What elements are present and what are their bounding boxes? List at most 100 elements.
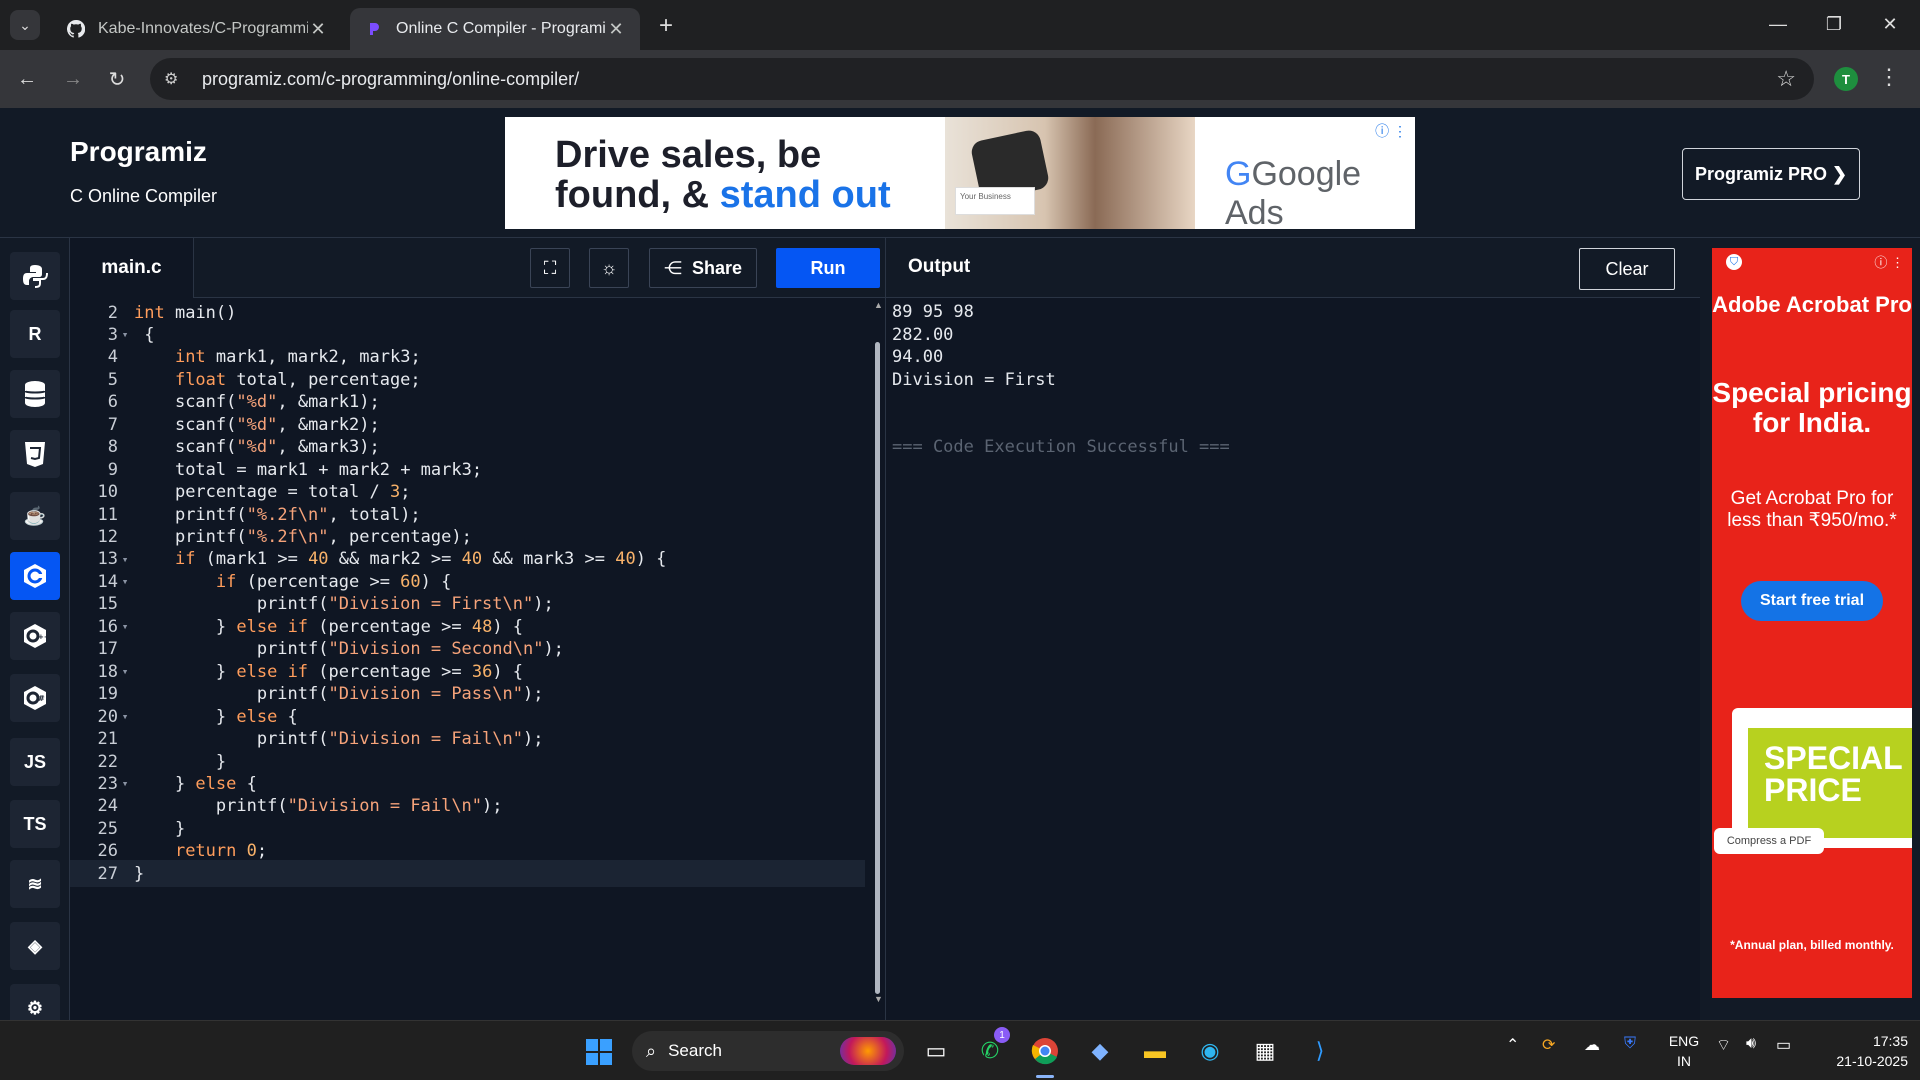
scroll-up-icon[interactable]: ▲ bbox=[874, 300, 883, 310]
close-tab-icon[interactable]: ✕ bbox=[606, 19, 626, 40]
close-tab-icon[interactable]: ✕ bbox=[308, 19, 328, 40]
site-header: Programiz C Online Compiler Drive sales,… bbox=[0, 108, 1920, 238]
code-text: } bbox=[134, 751, 227, 772]
profile-avatar[interactable]: T bbox=[1834, 67, 1858, 91]
svg-text:++: ++ bbox=[38, 633, 49, 641]
ad-info-icon[interactable]: ⓘ ⋮ bbox=[1874, 252, 1904, 271]
code-editor[interactable]: 2 int main() 3 ▾ {4 int mark1, mark2, mark3… bbox=[70, 298, 885, 1020]
bookmark-star-icon[interactable]: ☆ bbox=[1776, 66, 1796, 92]
sync-icon[interactable]: ⟳ bbox=[1542, 1035, 1555, 1055]
ts-icon[interactable]: TS bbox=[10, 800, 60, 848]
restore-icon[interactable]: ❐ bbox=[1806, 0, 1862, 48]
edge-icon[interactable]: ◉ bbox=[1192, 1033, 1228, 1069]
programiz-icon bbox=[364, 19, 384, 39]
back-icon[interactable]: ← bbox=[12, 64, 42, 94]
output-header: Output Clear bbox=[885, 238, 1700, 298]
file-tab-main-c[interactable]: main.c bbox=[70, 238, 194, 298]
browser-tab-strip: ⌄ Kabe-Innovates/C-Programmin ✕ Online C… bbox=[0, 0, 1920, 50]
run-button[interactable]: Run bbox=[776, 248, 880, 288]
url-text[interactable]: programiz.com/c-programming/online-compi… bbox=[202, 69, 579, 90]
r-icon[interactable]: R bbox=[10, 310, 60, 358]
line-number: 6 bbox=[107, 392, 118, 413]
c-icon[interactable] bbox=[10, 552, 60, 600]
onedrive-icon[interactable]: ☁ bbox=[1584, 1035, 1600, 1055]
close-window-icon[interactable]: ✕ bbox=[1862, 0, 1918, 48]
task-view-icon[interactable]: ▭ bbox=[918, 1033, 954, 1069]
scrollbar-thumb[interactable] bbox=[875, 342, 880, 994]
ad-photo: Your Business bbox=[945, 117, 1195, 229]
csharp-icon[interactable]: # bbox=[10, 674, 60, 722]
scroll-down-icon[interactable]: ▼ bbox=[874, 994, 883, 1004]
ad-choices-icon[interactable]: ⛉ bbox=[1726, 254, 1742, 270]
go-icon[interactable]: ◈ bbox=[10, 922, 60, 970]
rust-icon[interactable]: ⚙ bbox=[10, 984, 60, 1020]
adobe-acrobat-ad[interactable]: ⛉ ⓘ ⋮ Adobe Acrobat Pro Special pricing … bbox=[1712, 248, 1912, 998]
tab-programiz[interactable]: Online C Compiler - Programiz ✕ bbox=[350, 8, 640, 50]
start-free-trial-button[interactable]: Start free trial bbox=[1741, 581, 1883, 621]
fold-arrow-icon[interactable]: ▾ bbox=[118, 553, 132, 566]
java-icon[interactable]: ☕ bbox=[10, 492, 60, 540]
vscode-icon[interactable]: ⟩ bbox=[1302, 1033, 1338, 1069]
ad-headline: Special pricing for India. bbox=[1712, 377, 1912, 438]
code-line[interactable]: 27} bbox=[70, 860, 865, 888]
share-button[interactable]: ⋲ Share bbox=[649, 248, 757, 288]
wifi-icon[interactable]: ⌔ bbox=[1716, 1035, 1731, 1055]
ad-headline-highlight: stand out bbox=[719, 174, 891, 216]
show-hidden-icons[interactable]: ⌃ bbox=[1506, 1035, 1519, 1055]
share-label: Share bbox=[691, 257, 743, 278]
ad-footnote: *Annual plan, billed monthly. bbox=[1730, 938, 1894, 952]
tab-github[interactable]: Kabe-Innovates/C-Programmin ✕ bbox=[52, 8, 342, 50]
fullscreen-icon[interactable]: ⛶ bbox=[530, 248, 570, 288]
minimize-icon[interactable]: — bbox=[1750, 0, 1806, 48]
theme-toggle-icon[interactable]: ☼ bbox=[589, 248, 629, 288]
clock-time: 17:35 bbox=[1872, 1033, 1908, 1049]
forward-icon[interactable]: → bbox=[58, 64, 88, 94]
programiz-pro-button[interactable]: Programiz PRO ❯ bbox=[1682, 148, 1860, 200]
code-text: int main() bbox=[134, 302, 237, 323]
start-button[interactable] bbox=[586, 1039, 612, 1065]
copilot-icon[interactable]: ◆ bbox=[1082, 1033, 1118, 1069]
database-icon[interactable] bbox=[10, 370, 60, 418]
tab-search-dropdown[interactable]: ⌄ bbox=[10, 10, 40, 40]
ad-info-icon[interactable]: ⓘ ⋮ bbox=[1375, 121, 1407, 141]
security-icon[interactable]: ⛨ bbox=[1624, 1035, 1636, 1053]
fold-arrow-icon[interactable]: ▾ bbox=[118, 328, 132, 341]
taskbar-search[interactable]: ⌕ Search bbox=[632, 1031, 904, 1071]
compress-pdf-chip: Compress a PDF bbox=[1714, 828, 1824, 854]
chrome-icon[interactable] bbox=[1027, 1033, 1063, 1069]
clear-button[interactable]: Clear bbox=[1579, 248, 1675, 290]
browser-toolbar: ← → ↻ ⚙ programiz.com/c-programming/onli… bbox=[0, 50, 1920, 108]
programiz-logo[interactable]: Programiz bbox=[70, 136, 207, 168]
fold-arrow-icon[interactable]: ▾ bbox=[118, 620, 132, 633]
fold-arrow-icon[interactable]: ▾ bbox=[118, 777, 132, 790]
store-icon[interactable]: ▦ bbox=[1247, 1033, 1283, 1069]
ad-headline-line-1: Drive sales, be bbox=[555, 134, 822, 176]
battery-icon[interactable]: ▭ bbox=[1776, 1035, 1791, 1055]
google-ads-banner[interactable]: Drive sales, be found, & stand out Your … bbox=[505, 117, 1415, 229]
file-explorer-icon[interactable]: ▬ bbox=[1137, 1033, 1173, 1069]
system-clock[interactable]: 17:35 21-10-2025 bbox=[1818, 1031, 1908, 1071]
js-icon[interactable]: JS bbox=[10, 738, 60, 786]
new-tab-button[interactable]: + bbox=[652, 12, 680, 40]
address-bar[interactable]: ⚙ programiz.com/c-programming/online-com… bbox=[150, 58, 1814, 100]
input-language[interactable]: ENG IN bbox=[1666, 1031, 1702, 1071]
fold-arrow-icon[interactable]: ▾ bbox=[118, 710, 132, 723]
html5-icon[interactable] bbox=[10, 430, 60, 478]
cpp-icon[interactable]: ++ bbox=[10, 612, 60, 660]
code-text: } bbox=[134, 818, 186, 839]
code-text: if (percentage >= 60) { bbox=[215, 571, 452, 592]
swift-icon[interactable]: ≋ bbox=[10, 860, 60, 908]
site-settings-icon[interactable]: ⚙ bbox=[164, 69, 188, 89]
browser-menu-icon[interactable]: ⋮ bbox=[1878, 64, 1900, 90]
line-number: 12 bbox=[97, 527, 118, 547]
line-number: 9 bbox=[107, 459, 118, 480]
code-text: printf("Division = Pass\n"); bbox=[256, 684, 544, 705]
fold-arrow-icon[interactable]: ▾ bbox=[118, 575, 132, 588]
python-icon[interactable] bbox=[10, 252, 60, 300]
volume-icon[interactable]: 🔊︎ bbox=[1746, 1035, 1756, 1053]
special-price-label: SPECIAL PRICE bbox=[1748, 728, 1912, 838]
editor-scrollbar[interactable]: ▲ ▼ bbox=[874, 300, 883, 1004]
reload-icon[interactable]: ↻ bbox=[102, 64, 132, 94]
line-number: 11 bbox=[97, 504, 118, 525]
fold-arrow-icon[interactable]: ▾ bbox=[118, 665, 132, 678]
